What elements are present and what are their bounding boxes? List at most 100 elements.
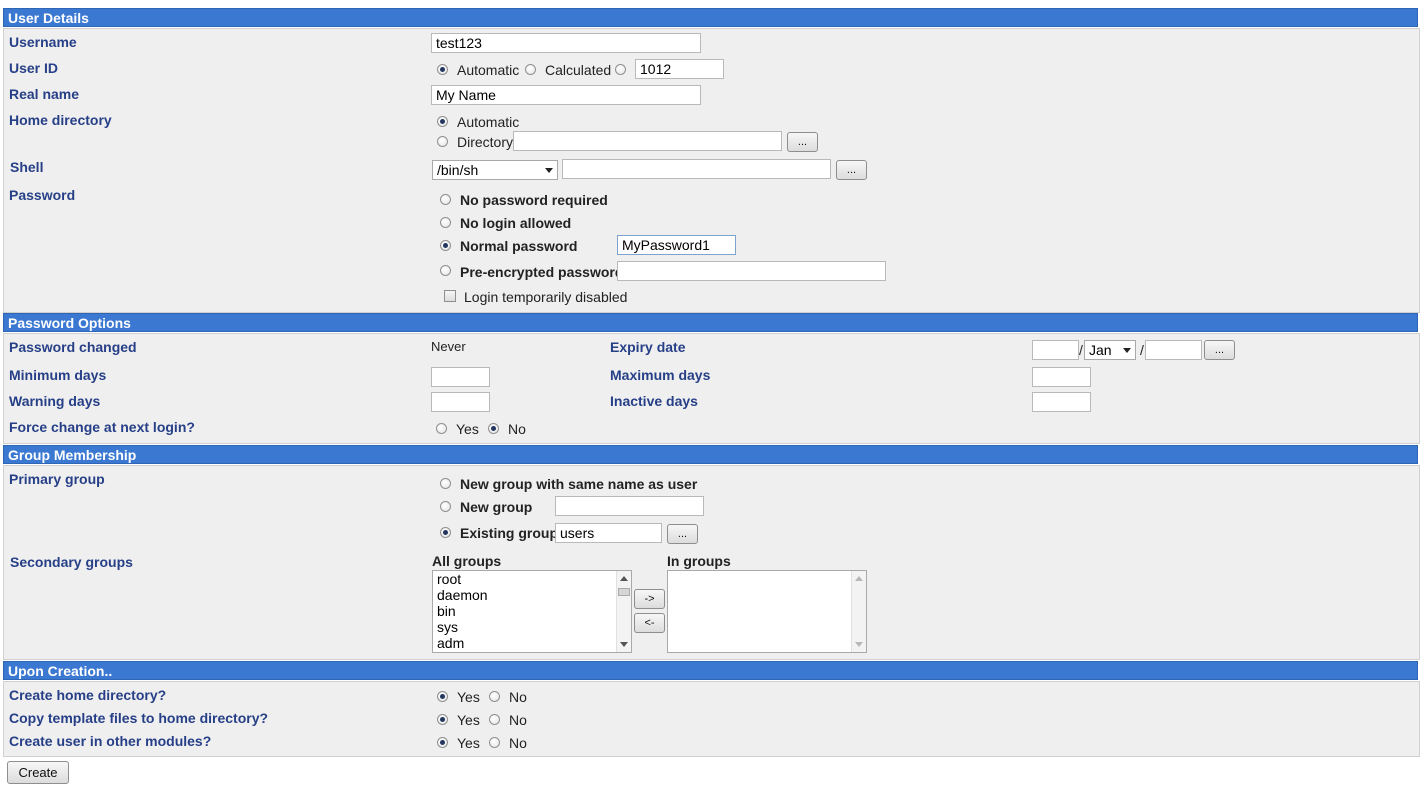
primary-new-group-radio[interactable] [440, 501, 451, 512]
pw-normal-text: Normal password [460, 238, 578, 254]
expiry-month-select[interactable]: Jan [1084, 340, 1136, 360]
other-modules-no-text: No [509, 735, 527, 751]
remove-group-button[interactable]: <- [634, 613, 665, 633]
login-disabled-checkbox[interactable] [444, 290, 456, 302]
expiry-day-input[interactable] [1032, 340, 1079, 360]
primary-new-group-text: New group [460, 499, 533, 515]
password-label: Password [9, 187, 76, 203]
other-modules-yes-radio[interactable] [437, 737, 448, 748]
primary-new-same-radio[interactable] [440, 478, 451, 489]
pw-nologin-text: No login allowed [460, 215, 572, 231]
shell-select[interactable]: /bin/sh [432, 160, 558, 180]
existing-group-input[interactable]: users [555, 523, 662, 543]
maximum-days-input[interactable] [1032, 367, 1091, 387]
section-header-upon-creation: Upon Creation.. [3, 661, 1418, 680]
homedir-input[interactable] [513, 131, 782, 151]
username-input[interactable]: test123 [431, 33, 701, 53]
chevron-down-icon [545, 168, 553, 173]
home-directory-label: Home directory [9, 112, 112, 128]
shell-select-value: /bin/sh [437, 162, 479, 178]
section-header-group-membership: Group Membership [3, 445, 1418, 464]
userid-manual-radio[interactable] [615, 64, 626, 75]
shell-label: Shell [10, 159, 44, 175]
pw-none-radio[interactable] [440, 194, 451, 205]
force-change-yes-radio[interactable] [436, 423, 447, 434]
list-item[interactable]: root [433, 571, 631, 587]
userid-calculated-text: Calculated [545, 62, 612, 78]
scroll-up-icon[interactable] [620, 576, 628, 581]
shell-browse-button[interactable]: ... [836, 160, 867, 180]
force-change-no-text: No [508, 421, 526, 437]
copy-template-yes-radio[interactable] [437, 714, 448, 725]
create-home-yes-radio[interactable] [437, 691, 448, 702]
scroll-down-icon[interactable] [855, 642, 863, 647]
user-id-label: User ID [9, 60, 59, 76]
userid-calculated-radio[interactable] [525, 64, 536, 75]
homedir-directory-radio[interactable] [437, 136, 448, 147]
create-home-no-text: No [509, 689, 527, 705]
real-name-label: Real name [9, 86, 80, 102]
userid-automatic-radio[interactable] [437, 64, 448, 75]
other-modules-no-radio[interactable] [489, 737, 500, 748]
all-groups-items: root daemon bin sys adm [433, 571, 631, 651]
minimum-days-label: Minimum days [9, 367, 107, 383]
copy-template-yes-text: Yes [457, 712, 480, 728]
inactive-days-label: Inactive days [610, 393, 698, 409]
password-changed-label: Password changed [9, 339, 137, 355]
all-groups-label: All groups [432, 553, 502, 569]
all-groups-scrollbar[interactable] [616, 571, 631, 652]
homedir-browse-button[interactable]: ... [787, 132, 818, 152]
pw-preenc-radio[interactable] [440, 265, 451, 276]
force-change-no-radio[interactable] [488, 423, 499, 434]
scroll-down-icon[interactable] [620, 642, 628, 647]
force-change-label: Force change at next login? [9, 419, 195, 435]
create-home-yes-text: Yes [457, 689, 480, 705]
warning-days-label: Warning days [9, 393, 101, 409]
force-change-yes-text: Yes [456, 421, 479, 437]
expiry-month-value: Jan [1089, 342, 1112, 358]
add-group-button[interactable]: -> [634, 589, 665, 609]
expiry-date-picker-button[interactable]: ... [1204, 340, 1235, 360]
primary-existing-group-text: Existing group [460, 525, 558, 541]
other-modules-yes-text: Yes [457, 735, 480, 751]
copy-template-no-radio[interactable] [489, 714, 500, 725]
copy-template-no-text: No [509, 712, 527, 728]
list-item[interactable]: sys [433, 619, 631, 635]
list-item[interactable]: bin [433, 603, 631, 619]
all-groups-listbox[interactable]: root daemon bin sys adm [432, 570, 632, 653]
in-groups-scrollbar[interactable] [851, 571, 866, 652]
chevron-down-icon [1123, 348, 1131, 353]
userid-input[interactable]: 1012 [635, 59, 724, 79]
in-groups-label: In groups [667, 553, 731, 569]
inactive-days-input[interactable] [1032, 392, 1091, 412]
real-name-input[interactable]: My Name [431, 85, 701, 105]
pw-normal-radio[interactable] [440, 240, 451, 251]
secondary-groups-label: Secondary groups [10, 554, 133, 570]
pw-nologin-radio[interactable] [440, 217, 451, 228]
scroll-thumb[interactable] [618, 588, 630, 596]
expiry-year-input[interactable] [1145, 340, 1202, 360]
minimum-days-input[interactable] [431, 367, 490, 387]
userid-automatic-text: Automatic [457, 62, 520, 78]
maximum-days-label: Maximum days [610, 367, 711, 383]
existing-group-browse-button[interactable]: ... [667, 524, 698, 544]
list-item[interactable]: adm [433, 635, 631, 651]
pw-preenc-input[interactable] [617, 261, 886, 281]
shell-other-input[interactable] [562, 159, 831, 179]
section-header-user-details: User Details [3, 8, 1418, 27]
homedir-automatic-radio[interactable] [437, 116, 448, 127]
create-home-label: Create home directory? [9, 687, 167, 703]
list-item[interactable]: daemon [433, 587, 631, 603]
username-label: Username [9, 34, 77, 50]
create-button[interactable]: Create [7, 761, 69, 784]
primary-existing-group-radio[interactable] [440, 527, 451, 538]
section-header-password-options: Password Options [3, 313, 1418, 332]
homedir-automatic-text: Automatic [457, 114, 520, 130]
create-home-no-radio[interactable] [489, 691, 500, 702]
other-modules-label: Create user in other modules? [9, 733, 212, 749]
in-groups-listbox[interactable] [667, 570, 867, 653]
pw-normal-input[interactable]: MyPassword1 [617, 235, 736, 255]
scroll-up-icon[interactable] [855, 576, 863, 581]
warning-days-input[interactable] [431, 392, 490, 412]
new-group-input[interactable] [555, 496, 704, 516]
